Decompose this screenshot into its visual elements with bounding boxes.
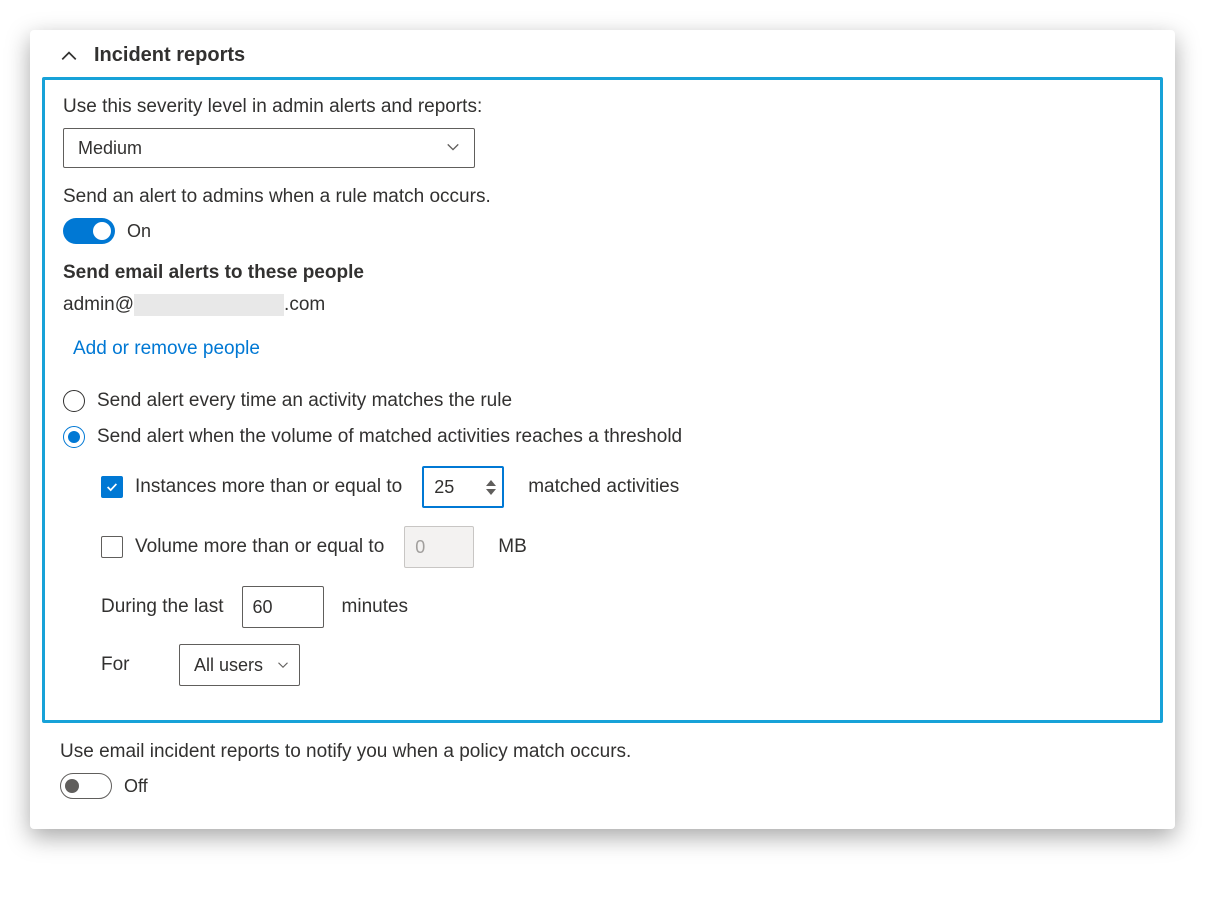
during-label: During the last <box>101 596 224 618</box>
radio-every-time[interactable]: Send alert every time an activity matche… <box>63 390 1142 412</box>
for-value: All users <box>194 655 263 676</box>
radio-every-time-label: Send alert every time an activity matche… <box>97 390 512 412</box>
incident-email-state: Off <box>124 776 148 797</box>
volume-input[interactable]: 0 <box>404 526 474 568</box>
email-alerts-label: Send email alerts to these people <box>63 262 1142 284</box>
stepper-up-icon[interactable] <box>486 479 496 487</box>
incident-email-label: Use email incident reports to notify you… <box>60 741 1145 763</box>
email-recipient: admin@ .com <box>63 294 1142 316</box>
threshold-settings: Instances more than or equal to 25 match… <box>101 466 1142 686</box>
alert-admins-toggle[interactable] <box>63 218 115 244</box>
stepper-down-icon[interactable] <box>486 488 496 496</box>
incident-email-toggle[interactable] <box>60 773 112 799</box>
instances-suffix: matched activities <box>528 476 679 498</box>
for-select[interactable]: All users <box>179 644 300 686</box>
radio-threshold-label: Send alert when the volume of matched ac… <box>97 426 682 448</box>
incident-reports-panel: Incident reports Use this severity level… <box>30 30 1175 829</box>
email-suffix: .com <box>284 294 325 316</box>
volume-checkbox[interactable] <box>101 536 123 558</box>
incident-email-section: Use email incident reports to notify you… <box>30 731 1175 799</box>
severity-label: Use this severity level in admin alerts … <box>63 96 1142 118</box>
alert-admins-label: Send an alert to admins when a rule matc… <box>63 186 1142 208</box>
volume-label: Volume more than or equal to <box>135 536 384 558</box>
chevron-down-icon <box>277 655 289 676</box>
section-header[interactable]: Incident reports <box>30 30 1175 77</box>
severity-value: Medium <box>78 138 142 159</box>
highlighted-settings-region: Use this severity level in admin alerts … <box>42 77 1163 723</box>
instances-checkbox[interactable] <box>101 476 123 498</box>
chevron-down-icon <box>446 138 460 159</box>
instances-input[interactable]: 25 <box>422 466 504 508</box>
add-remove-people-link[interactable]: Add or remove people <box>73 338 260 360</box>
instances-value: 25 <box>434 477 486 498</box>
instances-stepper[interactable] <box>486 479 496 496</box>
email-redacted <box>134 294 284 316</box>
alert-admins-state: On <box>127 221 151 242</box>
section-title: Incident reports <box>94 44 245 67</box>
radio-every-time-input[interactable] <box>63 390 85 412</box>
severity-select[interactable]: Medium <box>63 128 475 168</box>
volume-unit: MB <box>498 536 527 558</box>
email-prefix: admin@ <box>63 294 134 316</box>
during-value: 60 <box>253 597 317 618</box>
radio-threshold-input[interactable] <box>63 426 85 448</box>
chevron-up-icon <box>60 47 78 65</box>
during-unit: minutes <box>342 596 409 618</box>
during-input[interactable]: 60 <box>242 586 324 628</box>
radio-threshold[interactable]: Send alert when the volume of matched ac… <box>63 426 1142 448</box>
for-label: For <box>101 654 161 676</box>
instances-label: Instances more than or equal to <box>135 476 402 498</box>
volume-placeholder: 0 <box>415 537 467 558</box>
